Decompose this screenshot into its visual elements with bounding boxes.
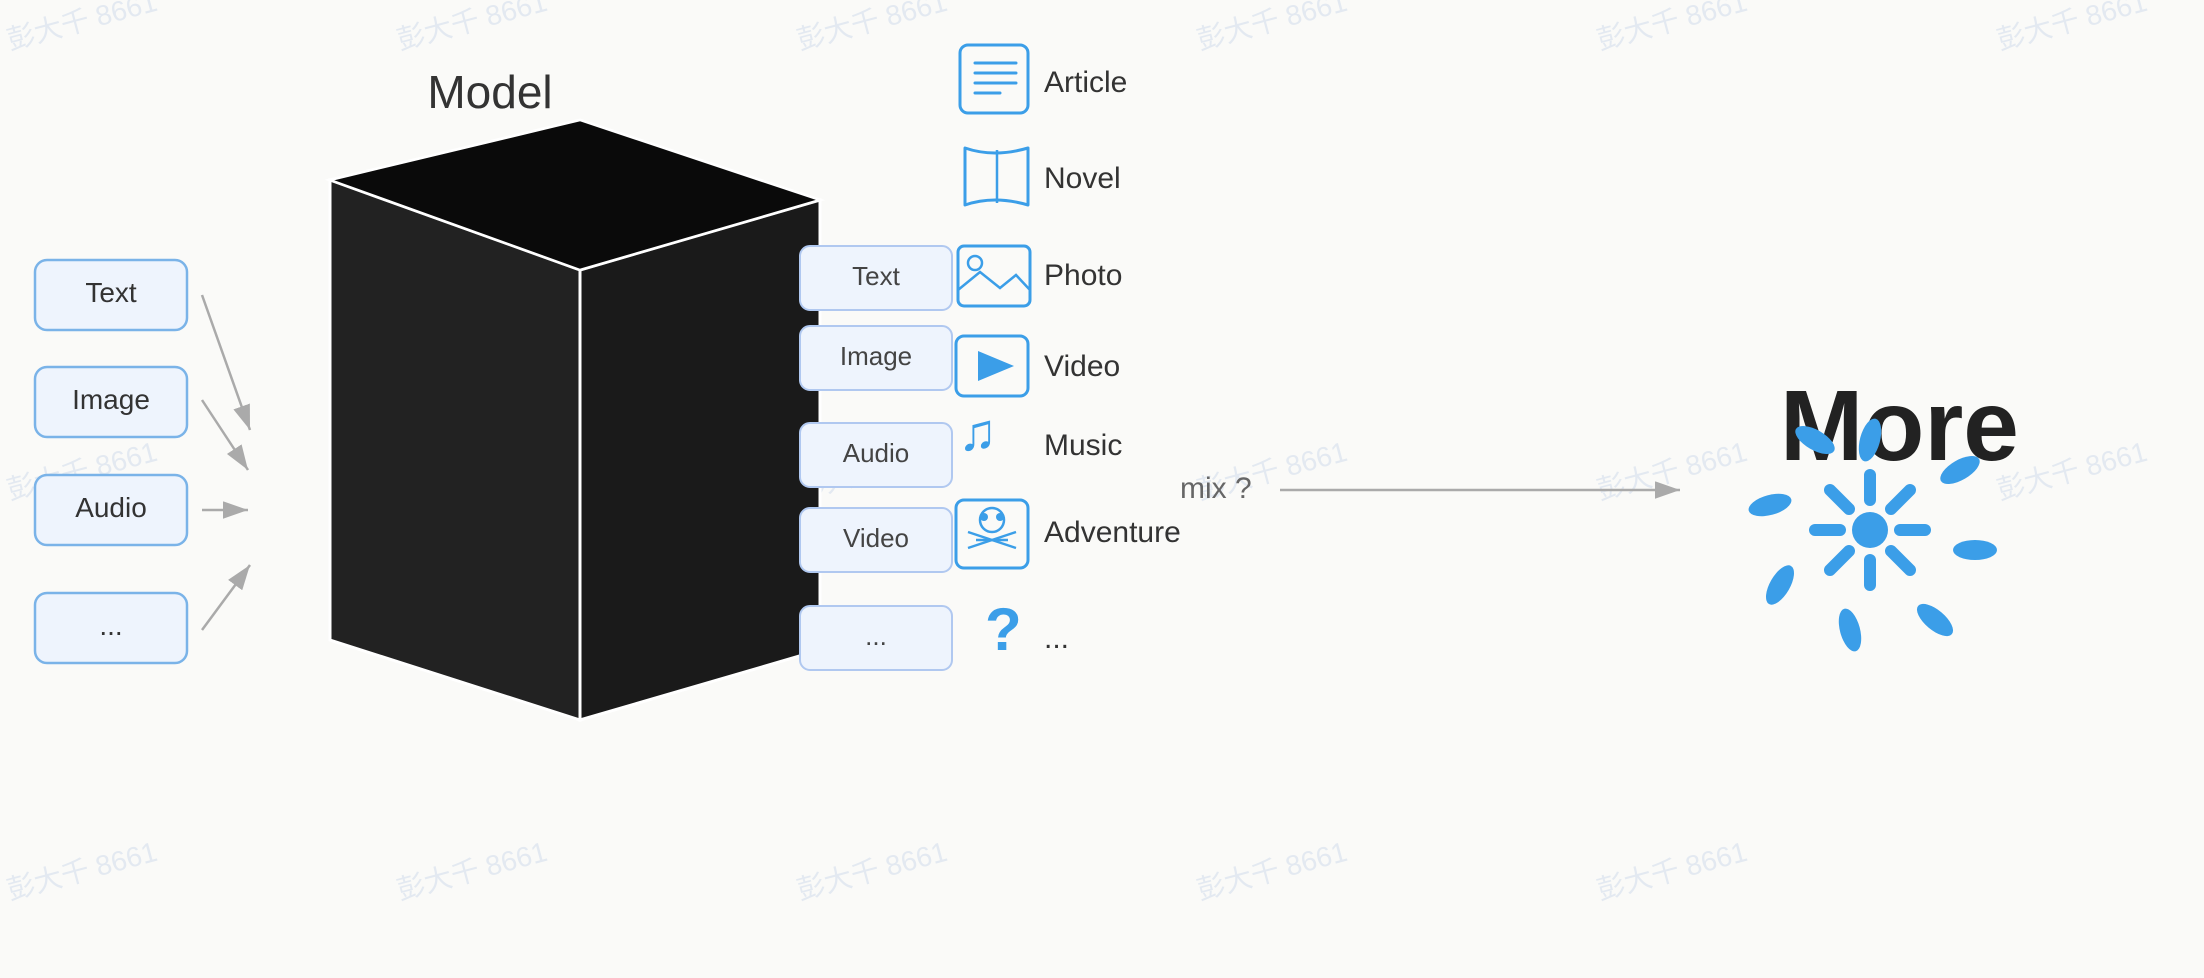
svg-text:彭大千 8661: 彭大千 8661	[394, 436, 551, 506]
svg-text:彭大千 8661: 彭大千 8661	[1194, 436, 1351, 506]
svg-text:彭大千 8661: 彭大千 8661	[1194, 836, 1351, 906]
svg-text:彭大千 8661: 彭大千 8661	[394, 836, 551, 906]
svg-text:More: More	[1780, 370, 2019, 482]
svg-text:Article: Article	[1044, 66, 1127, 99]
svg-text:彭大千 8661: 彭大千 8661	[794, 436, 951, 506]
svg-text:mix ?: mix ?	[1180, 472, 1252, 505]
svg-text:彭大千 8661: 彭大千 8661	[1994, 436, 2151, 506]
svg-text:彭大千 8661: 彭大千 8661	[1594, 836, 1751, 906]
svg-text:Novel: Novel	[1044, 162, 1121, 195]
svg-text:彭大千 8661: 彭大千 8661	[794, 0, 951, 56]
svg-text:Image: Image	[840, 341, 912, 371]
diagram-container: 彭大千 8661 彭大千 8661 彭大千 8661 彭大千 8661 彭大千 …	[0, 0, 2204, 978]
svg-text:彭大千 8661: 彭大千 8661	[1194, 0, 1351, 56]
svg-text:Image: Image	[72, 384, 150, 415]
svg-text:Model: Model	[427, 66, 552, 118]
svg-text:彭大千 8661: 彭大千 8661	[394, 0, 551, 56]
svg-text:彭大千 8661: 彭大千 8661	[4, 436, 161, 506]
svg-text:Text: Text	[85, 277, 137, 308]
svg-text:...: ...	[865, 621, 887, 651]
svg-text:Photo: Photo	[1044, 259, 1122, 292]
svg-text:彭大千 8661: 彭大千 8661	[1594, 0, 1751, 56]
svg-text:Audio: Audio	[75, 492, 147, 523]
svg-text:Audio: Audio	[843, 438, 910, 468]
svg-text:♫: ♫	[958, 404, 997, 462]
svg-text:Video: Video	[1044, 350, 1120, 383]
svg-text:彭大千 8661: 彭大千 8661	[4, 836, 161, 906]
svg-text:彭大千 8661: 彭大千 8661	[4, 0, 161, 56]
svg-text:...: ...	[1044, 622, 1069, 655]
svg-text:彭大千 8661: 彭大千 8661	[1594, 436, 1751, 506]
svg-text:Adventure: Adventure	[1044, 516, 1181, 549]
svg-text:彭大千 8661: 彭大千 8661	[794, 836, 951, 906]
svg-text:Text: Text	[852, 261, 900, 291]
svg-text:Music: Music	[1044, 429, 1122, 462]
svg-text:Video: Video	[843, 523, 909, 553]
svg-text:...: ...	[99, 610, 122, 641]
svg-text:?: ?	[985, 596, 1022, 663]
svg-text:彭大千 8661: 彭大千 8661	[1994, 0, 2151, 56]
